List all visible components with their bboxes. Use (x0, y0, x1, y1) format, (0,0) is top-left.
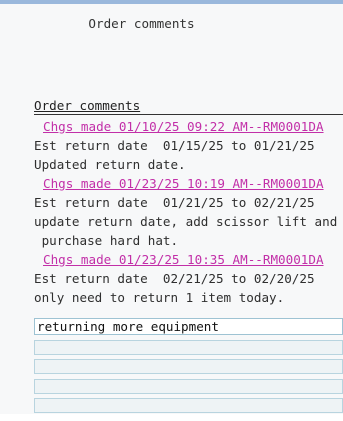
comment-line: Updated return date. (34, 157, 186, 172)
comment-line: update return date, add scissor lift and (34, 214, 338, 229)
change-log-link[interactable]: Chgs made 01/10/25 09:22 AM--RM0001DA (34, 118, 343, 136)
comment-input-4[interactable] (34, 378, 343, 394)
comment-line: Est return date 02/21/25 to 02/20/25 (34, 271, 315, 286)
comment-line: only need to return 1 item today. (34, 290, 285, 305)
change-log-link[interactable]: Chgs made 01/23/25 10:35 AM--RM0001DA (34, 251, 343, 269)
comment-input-3[interactable] (34, 359, 343, 374)
comment-input-2[interactable] (34, 339, 343, 355)
change-log-link[interactable]: Chgs made 01/23/25 10:19 AM--RM0001DA (34, 175, 343, 193)
comment-input-1[interactable] (34, 318, 343, 335)
comment-line: Est return date 01/15/25 to 01/21/25 (34, 138, 315, 153)
comment-line: Est return date 01/21/25 to 02/21/25 (34, 195, 315, 210)
comment-input-5[interactable] (34, 398, 343, 413)
section-header: Order comments (34, 98, 343, 115)
comment-history: Chgs made 01/10/25 09:22 AM--RM0001DA Es… (34, 117, 343, 307)
window-title: Order comments (88, 16, 195, 31)
section-header-label: Order comments (34, 98, 141, 113)
new-comment-fields (34, 318, 343, 418)
comment-line: purchase hard hat. (34, 233, 179, 248)
